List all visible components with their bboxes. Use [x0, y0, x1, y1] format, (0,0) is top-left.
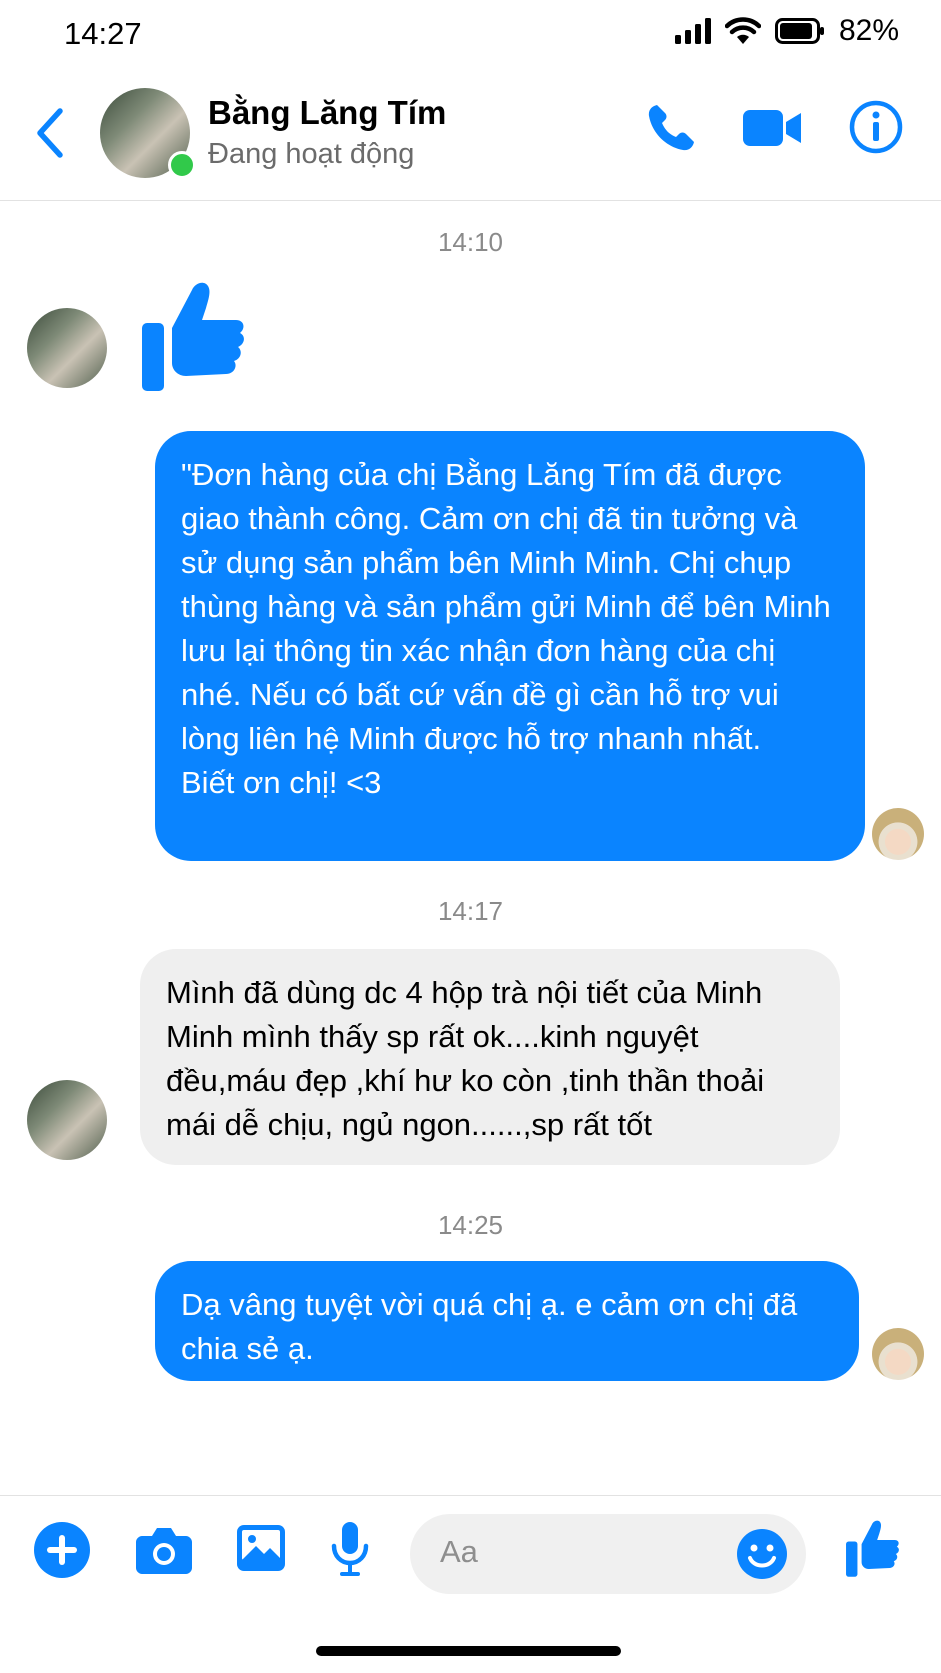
outgoing-message[interactable]: "Đơn hàng của chị Bằng Lăng Tím đã được …: [155, 431, 865, 861]
timestamp: 14:10: [437, 227, 504, 257]
timestamp: 14:17: [437, 896, 504, 926]
battery-icon: [774, 18, 824, 44]
incoming-message[interactable]: Mình đã dùng dc 4 hộp trà nội tiết của M…: [140, 949, 840, 1165]
sender-avatar: [27, 308, 107, 388]
video-call-icon[interactable]: [743, 108, 803, 148]
chat-header: Bằng Lăng Tím Đang hoạt động: [0, 70, 941, 201]
phone-icon[interactable]: [643, 100, 699, 156]
plus-icon[interactable]: [34, 1522, 90, 1578]
home-indicator: [316, 1646, 621, 1656]
camera-icon[interactable]: [136, 1526, 192, 1574]
read-receipt-avatar: [872, 1328, 924, 1380]
outgoing-message[interactable]: Dạ vâng tuyệt vời quá chị ạ. e cảm ơn ch…: [155, 1261, 859, 1381]
back-chevron-icon[interactable]: [30, 103, 70, 163]
thumbs-up-sticker-icon: [142, 282, 244, 391]
message-input[interactable]: Aa: [410, 1514, 806, 1594]
status-time: 14:27: [64, 16, 142, 51]
status-icons: 82%: [674, 14, 899, 48]
composer-bar: Aa: [0, 1495, 941, 1673]
sender-avatar: [27, 1080, 107, 1160]
info-icon[interactable]: [849, 100, 903, 154]
message-input-placeholder: Aa: [440, 1534, 478, 1569]
status-bar: 14:27 82%: [0, 0, 941, 70]
contact-status: Đang hoạt động: [208, 138, 415, 170]
gallery-icon[interactable]: [236, 1524, 286, 1572]
read-receipt-avatar: [872, 808, 924, 860]
battery-percent: 82%: [838, 14, 899, 47]
wifi-icon: [724, 17, 761, 44]
timestamp: 14:25: [437, 1210, 504, 1240]
microphone-icon[interactable]: [330, 1520, 370, 1580]
emoji-icon[interactable]: [736, 1528, 788, 1580]
contact-name[interactable]: Bằng Lăng Tím: [208, 94, 446, 132]
signal-icon: [674, 18, 711, 44]
online-indicator: [168, 151, 196, 179]
like-button-icon[interactable]: [845, 1518, 901, 1578]
